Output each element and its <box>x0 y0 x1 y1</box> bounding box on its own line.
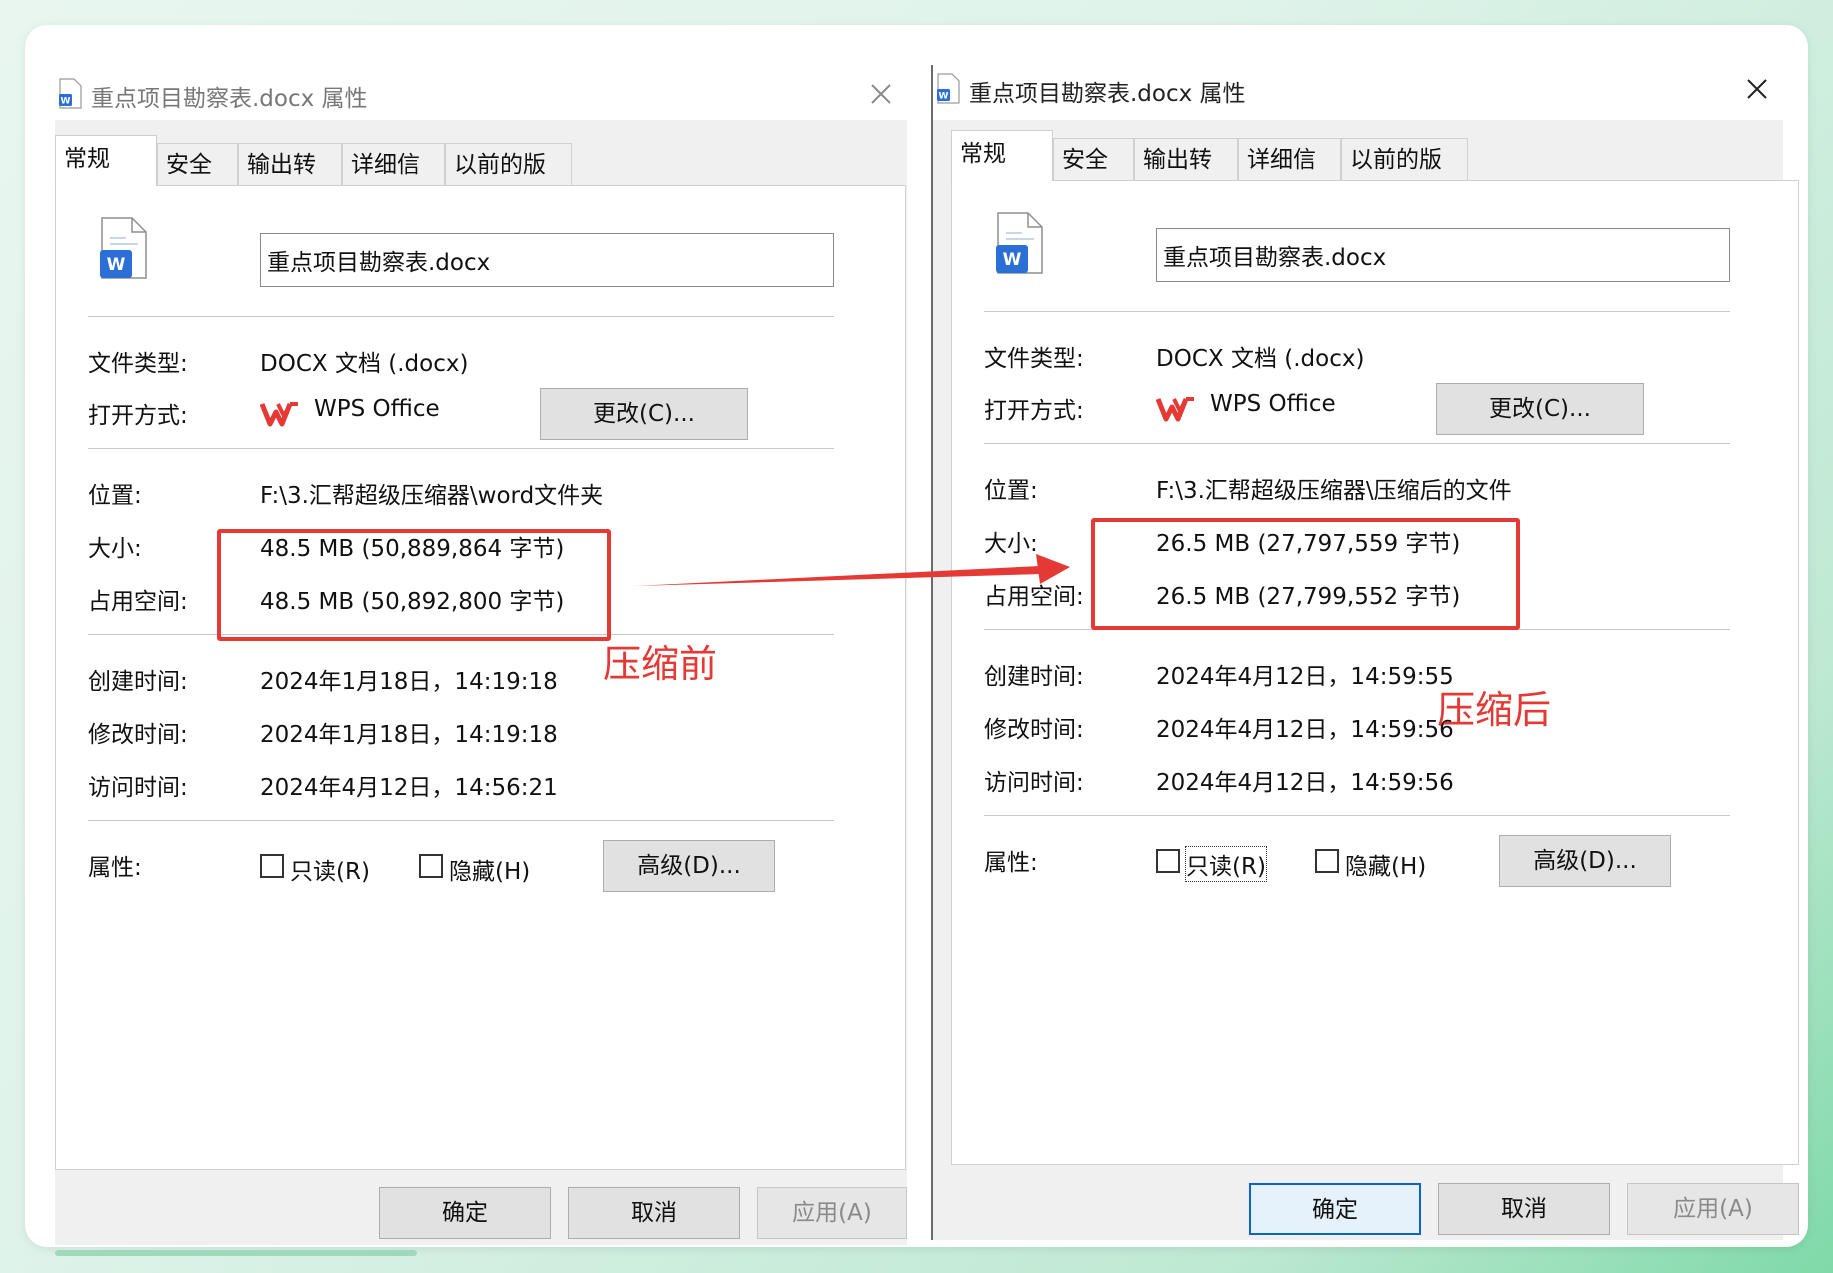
size-label: 大小: <box>984 531 1038 557</box>
disk-size-label: 占用空间: <box>88 589 188 615</box>
word-doc-icon: W <box>59 78 82 109</box>
file-name-field[interactable] <box>260 233 834 287</box>
title-bar: W 重点项目勘察表.docx 属性 <box>55 70 907 120</box>
svg-text:W: W <box>1003 250 1022 270</box>
title-bar: W 重点项目勘察表.docx 属性 <box>933 65 1783 120</box>
modified-value: 2024年4月12日，14:59:56 <box>1156 717 1454 743</box>
word-doc-icon: W <box>996 212 1043 274</box>
cancel-button[interactable]: 取消 <box>568 1187 740 1239</box>
hidden-label[interactable]: 隐藏(H) <box>449 852 530 886</box>
location-value: F:\3.汇帮超级压缩器\压缩后的文件 <box>1156 478 1512 504</box>
divider <box>88 820 834 821</box>
tab-previous-versions[interactable]: 以前的版本 <box>445 143 572 220</box>
tab-general[interactable]: 常规 <box>55 135 157 186</box>
advanced-button[interactable]: 高级(D)... <box>603 840 775 892</box>
modified-value: 2024年1月18日，14:19:18 <box>260 722 558 748</box>
wps-office-icon <box>1156 397 1194 422</box>
tab-output-convert[interactable]: 输出转换 <box>1134 138 1238 215</box>
open-with-label: 打开方式: <box>984 398 1084 424</box>
tab-details[interactable]: 详细信息 <box>1238 138 1341 215</box>
created-label: 创建时间: <box>88 669 188 695</box>
annotation-before: 压缩前 <box>603 642 718 686</box>
apply-button[interactable]: 应用(A) <box>757 1187 907 1239</box>
accessed-label: 访问时间: <box>984 770 1084 796</box>
tab-output-convert[interactable]: 输出转换 <box>238 143 342 220</box>
ok-button[interactable]: 确定 <box>379 1187 551 1239</box>
open-with-app: WPS Office <box>1210 391 1336 417</box>
hidden-checkbox[interactable] <box>419 854 443 878</box>
accessed-label: 访问时间: <box>88 775 188 801</box>
tab-general[interactable]: 常规 <box>951 130 1053 181</box>
close-icon <box>1747 79 1767 99</box>
readonly-checkbox[interactable] <box>260 854 284 878</box>
svg-text:W: W <box>107 255 126 275</box>
tab-strip: 常规 安全 输出转换 详细信息 以前的版本 <box>55 135 907 220</box>
ok-button[interactable]: 确定 <box>1249 1183 1421 1235</box>
divider <box>984 311 1730 312</box>
hidden-checkbox[interactable] <box>1315 849 1339 873</box>
tab-security[interactable]: 安全 <box>157 143 238 185</box>
tab-security[interactable]: 安全 <box>1053 138 1134 180</box>
divider <box>984 815 1730 816</box>
scrollbar-hint <box>55 1250 417 1256</box>
attributes-label: 属性: <box>88 855 142 881</box>
readonly-label[interactable]: 只读(R) <box>1185 846 1267 882</box>
close-icon <box>871 84 891 104</box>
svg-text:W: W <box>939 92 949 102</box>
location-label: 位置: <box>88 483 142 509</box>
file-type-label: 文件类型: <box>984 346 1084 372</box>
highlight-before <box>217 529 611 641</box>
annotation-after: 压缩后 <box>1437 688 1552 732</box>
attributes-label: 属性: <box>984 850 1038 876</box>
properties-dialog-before: W 重点项目勘察表.docx 属性 常规 安全 输出转换 详细信息 以前的版本 <box>55 70 907 1245</box>
size-label: 大小: <box>88 536 142 562</box>
created-label: 创建时间: <box>984 664 1084 690</box>
file-type-value: DOCX 文档 (.docx) <box>260 351 469 377</box>
readonly-label[interactable]: 只读(R) <box>290 852 370 886</box>
change-button[interactable]: 更改(C)... <box>540 388 748 440</box>
general-panel: W 文件类型: DOCX 文档 (.docx) 打开方式: WPS Office… <box>951 180 1799 1165</box>
wps-office-icon <box>260 402 298 427</box>
close-button[interactable] <box>1737 69 1777 109</box>
apply-button[interactable]: 应用(A) <box>1627 1183 1799 1235</box>
file-type-value: DOCX 文档 (.docx) <box>1156 346 1365 372</box>
close-button[interactable] <box>861 74 901 114</box>
divider <box>984 443 1730 444</box>
window-title: 重点项目勘察表.docx 属性 <box>969 81 1246 107</box>
created-value: 2024年4月12日，14:59:55 <box>1156 664 1454 690</box>
general-panel: W 文件类型: DOCX 文档 (.docx) 打开方式: WPS Office… <box>55 185 906 1170</box>
comparison-card: W 重点项目勘察表.docx 属性 常规 安全 输出转换 详细信息 以前的版本 <box>25 25 1808 1247</box>
file-name-field[interactable] <box>1156 228 1730 282</box>
readonly-checkbox[interactable] <box>1156 849 1180 873</box>
tab-strip: 常规 安全 输出转换 详细信息 以前的版本 <box>951 130 1783 215</box>
disk-size-label: 占用空间: <box>984 584 1084 610</box>
open-with-app: WPS Office <box>314 396 440 422</box>
divider <box>88 316 834 317</box>
accessed-value: 2024年4月12日，14:56:21 <box>260 775 558 801</box>
properties-dialog-after: W 重点项目勘察表.docx 属性 常规 安全 输出转换 详细信息 以前的版本 <box>931 65 1799 1240</box>
hidden-label[interactable]: 隐藏(H) <box>1345 847 1426 881</box>
divider <box>88 448 834 449</box>
svg-text:W: W <box>61 97 71 107</box>
accessed-value: 2024年4月12日，14:59:56 <box>1156 770 1454 796</box>
location-value: F:\3.汇帮超级压缩器\word文件夹 <box>260 483 604 509</box>
change-button[interactable]: 更改(C)... <box>1436 383 1644 435</box>
open-with-label: 打开方式: <box>88 403 188 429</box>
tab-previous-versions[interactable]: 以前的版本 <box>1341 138 1468 215</box>
modified-label: 修改时间: <box>88 722 188 748</box>
window-title: 重点项目勘察表.docx 属性 <box>91 86 368 112</box>
cancel-button[interactable]: 取消 <box>1438 1183 1610 1235</box>
highlight-after <box>1091 518 1520 630</box>
word-doc-icon: W <box>937 73 960 104</box>
word-doc-icon: W <box>100 217 147 279</box>
created-value: 2024年1月18日，14:19:18 <box>260 669 558 695</box>
tab-details[interactable]: 详细信息 <box>342 143 445 220</box>
file-type-label: 文件类型: <box>88 351 188 377</box>
advanced-button[interactable]: 高级(D)... <box>1499 835 1671 887</box>
location-label: 位置: <box>984 478 1038 504</box>
modified-label: 修改时间: <box>984 717 1084 743</box>
